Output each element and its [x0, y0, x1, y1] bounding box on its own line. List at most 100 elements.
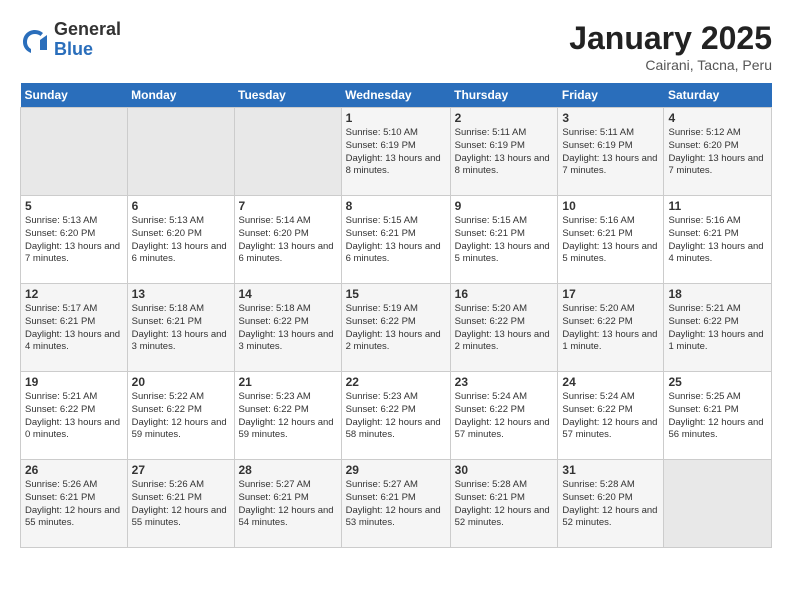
calendar-cell: 2 Sunrise: 5:11 AMSunset: 6:19 PMDaylight…: [450, 108, 558, 196]
calendar-cell: 9 Sunrise: 5:15 AMSunset: 6:21 PMDaylight…: [450, 196, 558, 284]
day-number: 28: [239, 463, 337, 477]
cell-content: Sunrise: 5:23 AMSunset: 6:22 PMDaylight:…: [346, 391, 446, 442]
calendar-cell: 19 Sunrise: 5:21 AMSunset: 6:22 PMDayligh…: [21, 372, 128, 460]
cell-content: Sunrise: 5:24 AMSunset: 6:22 PMDaylight:…: [562, 391, 659, 442]
day-number: 21: [239, 375, 337, 389]
day-number: 29: [346, 463, 446, 477]
calendar-cell: 15 Sunrise: 5:19 AMSunset: 6:22 PMDayligh…: [341, 284, 450, 372]
week-row-1: 1 Sunrise: 5:10 AMSunset: 6:19 PMDaylight…: [21, 108, 772, 196]
cell-content: Sunrise: 5:18 AMSunset: 6:22 PMDaylight:…: [239, 303, 337, 354]
calendar-cell: 26 Sunrise: 5:26 AMSunset: 6:21 PMDayligh…: [21, 460, 128, 548]
weekday-header-row: SundayMondayTuesdayWednesdayThursdayFrid…: [21, 83, 772, 108]
week-row-4: 19 Sunrise: 5:21 AMSunset: 6:22 PMDayligh…: [21, 372, 772, 460]
calendar-cell: 18Sunrise: 5:21 AMSunset: 6:22 PMDayligh…: [664, 284, 772, 372]
cell-content: Sunrise: 5:21 AMSunset: 6:22 PMDaylight:…: [25, 391, 123, 442]
day-number: 27: [132, 463, 230, 477]
weekday-header-sunday: Sunday: [21, 83, 128, 108]
calendar-cell: 29 Sunrise: 5:27 AMSunset: 6:21 PMDayligh…: [341, 460, 450, 548]
cell-content: Sunrise: 5:15 AMSunset: 6:21 PMDaylight:…: [455, 215, 554, 266]
calendar-cell: 14 Sunrise: 5:18 AMSunset: 6:22 PMDayligh…: [234, 284, 341, 372]
cell-content: Sunrise: 5:12 AMSunset: 6:20 PMDaylight:…: [668, 127, 767, 178]
day-number: 12: [25, 287, 123, 301]
calendar-cell: 30Sunrise: 5:28 AMSunset: 6:21 PMDayligh…: [450, 460, 558, 548]
day-number: 16: [455, 287, 554, 301]
day-number: 14: [239, 287, 337, 301]
calendar-cell: 31 Sunrise: 5:28 AMSunset: 6:20 PMDayligh…: [558, 460, 664, 548]
cell-content: Sunrise: 5:20 AMSunset: 6:22 PMDaylight:…: [562, 303, 659, 354]
cell-content: Sunrise: 5:19 AMSunset: 6:22 PMDaylight:…: [346, 303, 446, 354]
cell-content: Sunrise: 5:28 AMSunset: 6:20 PMDaylight:…: [562, 479, 659, 530]
day-number: 6: [132, 199, 230, 213]
cell-content: Sunrise: 5:13 AMSunset: 6:20 PMDaylight:…: [25, 215, 123, 266]
cell-content: Sunrise: 5:27 AMSunset: 6:21 PMDaylight:…: [346, 479, 446, 530]
day-number: 1: [346, 111, 446, 125]
cell-content: Sunrise: 5:18 AMSunset: 6:21 PMDaylight:…: [132, 303, 230, 354]
calendar-cell: 20 Sunrise: 5:22 AMSunset: 6:22 PMDayligh…: [127, 372, 234, 460]
logo-blue-text: Blue: [54, 40, 121, 60]
cell-content: Sunrise: 5:21 AMSunset: 6:22 PMDaylight:…: [668, 303, 767, 354]
cell-content: Sunrise: 5:14 AMSunset: 6:20 PMDaylight:…: [239, 215, 337, 266]
weekday-header-saturday: Saturday: [664, 83, 772, 108]
page-header: General Blue January 2025 Cairani, Tacna…: [20, 20, 772, 73]
day-number: 19: [25, 375, 123, 389]
calendar-cell: 5Sunrise: 5:13 AMSunset: 6:20 PMDaylight…: [21, 196, 128, 284]
logo-general-text: General: [54, 20, 121, 40]
day-number: 11: [668, 199, 767, 213]
calendar-cell: 7 Sunrise: 5:14 AMSunset: 6:20 PMDaylight…: [234, 196, 341, 284]
cell-content: Sunrise: 5:24 AMSunset: 6:22 PMDaylight:…: [455, 391, 554, 442]
day-number: 4: [668, 111, 767, 125]
location: Cairani, Tacna, Peru: [569, 57, 772, 73]
cell-content: Sunrise: 5:11 AMSunset: 6:19 PMDaylight:…: [562, 127, 659, 178]
calendar-cell: 8Sunrise: 5:15 AMSunset: 6:21 PMDaylight…: [341, 196, 450, 284]
day-number: 9: [455, 199, 554, 213]
day-number: 31: [562, 463, 659, 477]
calendar-cell: 21 Sunrise: 5:23 AMSunset: 6:22 PMDayligh…: [234, 372, 341, 460]
day-number: 15: [346, 287, 446, 301]
cell-content: Sunrise: 5:16 AMSunset: 6:21 PMDaylight:…: [562, 215, 659, 266]
day-number: 7: [239, 199, 337, 213]
cell-content: Sunrise: 5:26 AMSunset: 6:21 PMDaylight:…: [25, 479, 123, 530]
day-number: 2: [455, 111, 554, 125]
calendar-table: SundayMondayTuesdayWednesdayThursdayFrid…: [20, 83, 772, 548]
calendar-cell: 28Sunrise: 5:27 AMSunset: 6:21 PMDayligh…: [234, 460, 341, 548]
cell-content: Sunrise: 5:22 AMSunset: 6:22 PMDaylight:…: [132, 391, 230, 442]
cell-content: Sunrise: 5:20 AMSunset: 6:22 PMDaylight:…: [455, 303, 554, 354]
calendar-cell: 13 Sunrise: 5:18 AMSunset: 6:21 PMDayligh…: [127, 284, 234, 372]
weekday-header-wednesday: Wednesday: [341, 83, 450, 108]
day-number: 17: [562, 287, 659, 301]
calendar-cell: 3 Sunrise: 5:11 AMSunset: 6:19 PMDaylight…: [558, 108, 664, 196]
calendar-cell: 24 Sunrise: 5:24 AMSunset: 6:22 PMDayligh…: [558, 372, 664, 460]
weekday-header-tuesday: Tuesday: [234, 83, 341, 108]
day-number: 3: [562, 111, 659, 125]
calendar-cell: 10Sunrise: 5:16 AMSunset: 6:21 PMDayligh…: [558, 196, 664, 284]
calendar-cell: 6 Sunrise: 5:13 AMSunset: 6:20 PMDaylight…: [127, 196, 234, 284]
day-number: 24: [562, 375, 659, 389]
week-row-2: 5Sunrise: 5:13 AMSunset: 6:20 PMDaylight…: [21, 196, 772, 284]
day-number: 8: [346, 199, 446, 213]
day-number: 23: [455, 375, 554, 389]
calendar-cell: 1 Sunrise: 5:10 AMSunset: 6:19 PMDaylight…: [341, 108, 450, 196]
month-title: January 2025: [569, 20, 772, 57]
day-number: 22: [346, 375, 446, 389]
day-number: 20: [132, 375, 230, 389]
calendar-cell: [21, 108, 128, 196]
day-number: 13: [132, 287, 230, 301]
cell-content: Sunrise: 5:23 AMSunset: 6:22 PMDaylight:…: [239, 391, 337, 442]
day-number: 26: [25, 463, 123, 477]
calendar-cell: 25Sunrise: 5:25 AMSunset: 6:21 PMDayligh…: [664, 372, 772, 460]
cell-content: Sunrise: 5:25 AMSunset: 6:21 PMDaylight:…: [668, 391, 767, 442]
calendar-cell: 23 Sunrise: 5:24 AMSunset: 6:22 PMDayligh…: [450, 372, 558, 460]
cell-content: Sunrise: 5:26 AMSunset: 6:21 PMDaylight:…: [132, 479, 230, 530]
cell-content: Sunrise: 5:10 AMSunset: 6:19 PMDaylight:…: [346, 127, 446, 178]
cell-content: Sunrise: 5:13 AMSunset: 6:20 PMDaylight:…: [132, 215, 230, 266]
cell-content: Sunrise: 5:16 AMSunset: 6:21 PMDaylight:…: [668, 215, 767, 266]
calendar-cell: 11 Sunrise: 5:16 AMSunset: 6:21 PMDayligh…: [664, 196, 772, 284]
calendar-cell: 4 Sunrise: 5:12 AMSunset: 6:20 PMDaylight…: [664, 108, 772, 196]
calendar-cell: 12Sunrise: 5:17 AMSunset: 6:21 PMDayligh…: [21, 284, 128, 372]
calendar-cell: [664, 460, 772, 548]
cell-content: Sunrise: 5:11 AMSunset: 6:19 PMDaylight:…: [455, 127, 554, 178]
calendar-cell: [127, 108, 234, 196]
calendar-cell: 17 Sunrise: 5:20 AMSunset: 6:22 PMDayligh…: [558, 284, 664, 372]
logo: General Blue: [20, 20, 121, 60]
weekday-header-thursday: Thursday: [450, 83, 558, 108]
